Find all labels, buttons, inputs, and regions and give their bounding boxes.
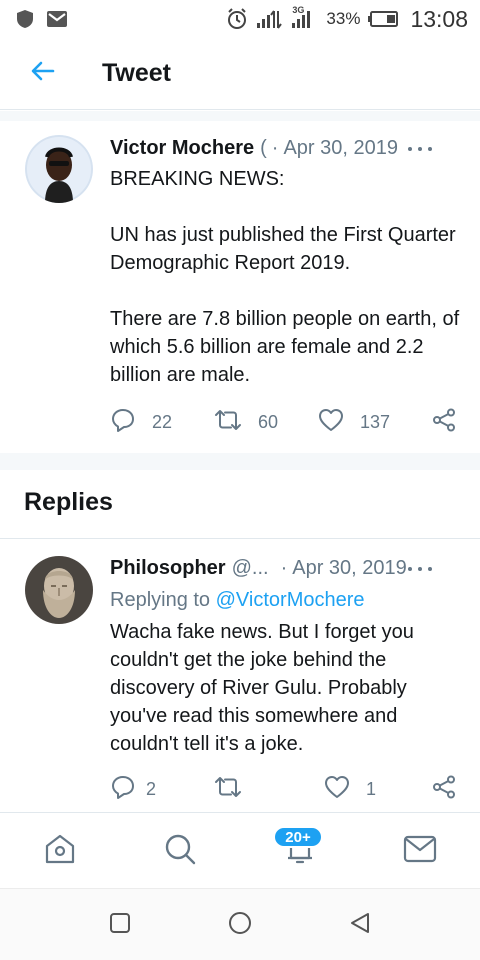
- home-icon: [43, 832, 77, 871]
- heart-icon: [318, 408, 344, 437]
- heart-icon: [324, 775, 350, 804]
- replying-to-line: Replying to @VictorMochere: [110, 589, 365, 612]
- replying-to-link[interactable]: @VictorMochere: [216, 589, 365, 611]
- like-count: 1: [366, 778, 377, 799]
- gmail-icon: [46, 10, 68, 28]
- bottom-tab-bar: [0, 812, 480, 888]
- retweet-icon: [214, 775, 242, 804]
- battery-percent: 33%: [326, 9, 361, 28]
- tweet-date[interactable]: Apr 30, 2019: [283, 137, 398, 160]
- alarm-icon: [226, 8, 248, 30]
- network-type-label: 3G: [292, 5, 305, 15]
- home-system-button[interactable]: [228, 911, 252, 940]
- retweet-button[interactable]: 60: [214, 407, 278, 437]
- tweet-text: Wacha fake news. But I forget you couldn…: [110, 621, 414, 755]
- system-navigation-bar: [0, 888, 480, 960]
- like-button[interactable]: 1: [324, 774, 376, 804]
- shield-icon: [16, 9, 34, 29]
- tweet-actions: 22 60 137: [110, 407, 460, 437]
- replies-heading: Replies: [24, 488, 113, 516]
- main-tweet[interactable]: Victor Mochere ( · Apr 30, 2019 BREAKING…: [0, 121, 480, 453]
- reply-count: 22: [152, 411, 173, 432]
- signal-3g-icon: 3G: [290, 5, 318, 29]
- square-icon: [109, 912, 131, 939]
- meta-separator: ·: [271, 137, 279, 159]
- top-app-bar: Tweet: [0, 38, 480, 110]
- share-icon: [432, 408, 456, 437]
- meta-separator: ·: [280, 557, 288, 579]
- share-button[interactable]: [432, 407, 456, 437]
- like-count: 137: [360, 411, 391, 432]
- reply-button[interactable]: 2: [110, 774, 156, 804]
- triangle-back-icon: [349, 911, 371, 940]
- more-options-icon[interactable]: [408, 557, 432, 581]
- avatar[interactable]: [25, 556, 93, 624]
- tweet-paragraph: UN has just published the First Quarter …: [110, 224, 456, 274]
- retweet-icon: [214, 408, 242, 437]
- retweet-button[interactable]: [214, 774, 258, 804]
- reply-count: 2: [146, 778, 157, 799]
- battery-icon: [368, 11, 399, 27]
- messages-icon: [403, 834, 437, 869]
- avatar[interactable]: [25, 135, 93, 203]
- back-system-button[interactable]: [348, 911, 372, 940]
- reply-icon: [110, 774, 136, 805]
- section-spacer: [0, 111, 480, 121]
- search-icon: [163, 832, 197, 871]
- status-bar: 3G 33% 13:08: [0, 0, 480, 38]
- reply-icon: [110, 407, 136, 438]
- tweet-author-handle[interactable]: @...: [232, 557, 269, 580]
- tweet-author-name[interactable]: Victor Mochere: [110, 137, 254, 160]
- tab-home[interactable]: [42, 833, 78, 869]
- back-arrow-icon: [31, 61, 55, 86]
- tweet-date[interactable]: Apr 30, 2019: [292, 557, 407, 580]
- tweet-actions: 2 1: [110, 774, 460, 804]
- section-spacer: [0, 453, 480, 470]
- retweet-count: 60: [258, 411, 279, 432]
- circle-icon: [228, 911, 252, 940]
- back-button[interactable]: [0, 38, 86, 110]
- tweet-author-handle[interactable]: (: [260, 137, 267, 160]
- status-clock: 13:08: [410, 5, 468, 32]
- like-button[interactable]: 137: [318, 407, 390, 437]
- tweet-paragraph: BREAKING NEWS:: [110, 168, 285, 190]
- share-button[interactable]: [432, 774, 456, 804]
- reply-button[interactable]: 22: [110, 407, 172, 437]
- signal-icon: [256, 9, 283, 29]
- more-options-icon[interactable]: [408, 137, 432, 161]
- recents-button[interactable]: [108, 912, 132, 939]
- page-title: Tweet: [102, 59, 171, 87]
- replying-prefix: Replying to: [110, 589, 211, 611]
- tweet-author-name[interactable]: Philosopher: [110, 557, 226, 580]
- tweet-text: BREAKING NEWS: UN has just published the…: [110, 165, 460, 389]
- tweet-paragraph: There are 7.8 billion people on earth, o…: [110, 308, 460, 386]
- reply-tweet[interactable]: Philosopher @... · Apr 30, 2019 Replying…: [0, 539, 480, 811]
- tab-messages[interactable]: [402, 833, 438, 869]
- share-icon: [432, 775, 456, 804]
- notifications-badge[interactable]: 20+: [273, 826, 323, 848]
- tab-search[interactable]: [162, 833, 198, 869]
